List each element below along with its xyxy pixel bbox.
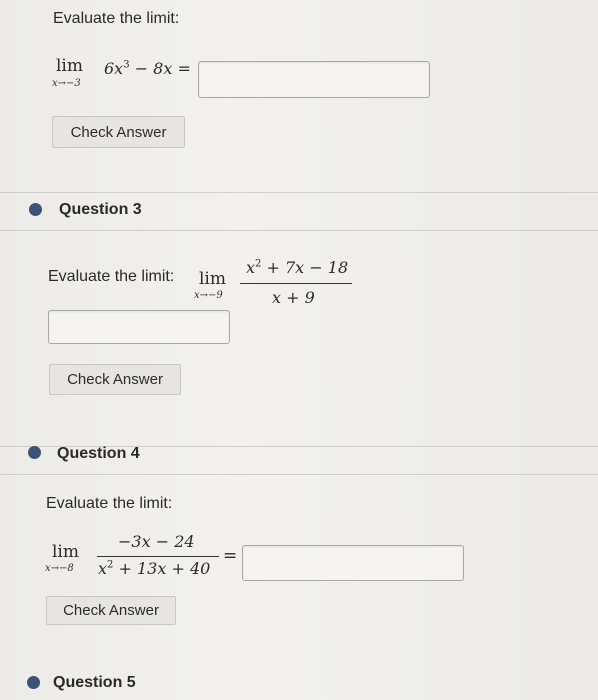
q3-lim: lim (199, 269, 226, 289)
q4-denominator: x2 + 13x + 40 (98, 559, 210, 578)
q3-fraction-bar (240, 283, 352, 284)
q3-prompt: Evaluate the limit: (48, 268, 175, 285)
q3-denominator: x + 9 (272, 288, 315, 307)
q4-den-b: + 13x + 40 (113, 559, 211, 578)
q2-check-answer-button[interactable]: Check Answer (52, 116, 185, 148)
divider-4 (0, 474, 598, 475)
divider-1 (0, 192, 598, 193)
divider-2 (0, 230, 598, 231)
q3-check-answer-button[interactable]: Check Answer (49, 364, 181, 395)
q2-expr-a: 6x (104, 59, 124, 78)
q4-fraction-bar (97, 556, 219, 557)
q3-lim-sub: x→−9 (194, 290, 223, 301)
q4-answer-input[interactable] (242, 545, 464, 581)
q4-equals: = (223, 546, 238, 566)
q4-check-answer-button[interactable]: Check Answer (46, 596, 176, 625)
q4-bullet (28, 446, 41, 459)
page: Evaluate the limit: lim x→−3 6x3 − 8x = … (0, 0, 598, 700)
q4-lim-sub: x→−8 (45, 563, 74, 574)
q3-answer-input[interactable] (48, 310, 230, 344)
q3-bullet (29, 203, 42, 216)
q3-title: Question 3 (59, 201, 142, 218)
q2-lim-sub: x→−3 (52, 78, 81, 89)
q4-lim: lim (52, 542, 79, 562)
q2-prompt: Evaluate the limit: (53, 10, 180, 27)
q2-expr-b: − 8x = (129, 59, 191, 78)
q2-answer-input[interactable] (198, 61, 430, 98)
q4-prompt: Evaluate the limit: (46, 495, 173, 512)
q3-num-b: + 7x − 18 (261, 258, 349, 277)
q3-numerator: x2 + 7x − 18 (246, 258, 348, 277)
q4-den-a: x (98, 559, 108, 578)
q4-numerator: −3x − 24 (118, 532, 195, 551)
q3-num-a: x (246, 258, 256, 277)
q5-title: Question 5 (53, 674, 136, 691)
q2-expression: 6x3 − 8x = (104, 59, 191, 78)
q4-title: Question 4 (57, 445, 140, 462)
q5-bullet (27, 676, 40, 689)
q2-lim: lim (56, 56, 83, 76)
